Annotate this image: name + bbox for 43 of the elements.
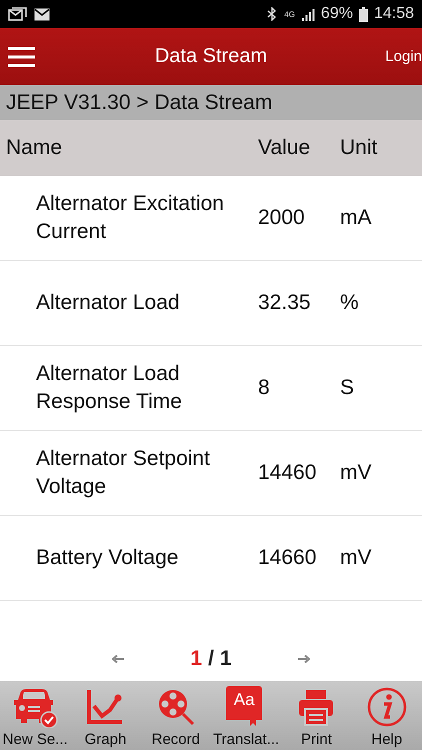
table-cell-text: Alternator Setpoint Voltage [35,446,211,500]
table-cell-text: mV [340,461,372,485]
total-pages: 1 [220,647,232,671]
table-cell-text: Alternator Load [35,290,181,316]
current-page: 1 [190,647,202,671]
table-cell-text: mA [340,206,372,230]
table-cell-text: Battery Voltage [35,545,180,571]
toolbar-button[interactable]: Print [281,686,352,750]
login-link[interactable]: Login [385,48,422,65]
breadcrumb: JEEP V31.30 > Data Stream [0,85,422,120]
table-cell-text: Alternator Excitation Current [35,191,225,245]
table-cell-text: 32.35 [258,291,312,315]
toolbar-button[interactable]: Graph [70,686,140,750]
clock: 14:58 [374,5,414,23]
mail-icon [34,8,50,20]
battery-icon [358,6,368,22]
page-title: Data Stream [154,45,268,68]
signal-icon [300,8,315,20]
column-header: Name [5,136,64,160]
toolbar-button[interactable]: Aa Translat... [211,686,282,750]
network-type: 4G [284,10,295,18]
table-cell-text: 14660 [258,546,318,570]
column-header: Unit [340,136,378,160]
table-cell-text: S [340,376,356,400]
info-icon [366,686,407,728]
table-cell-text: 14460 [258,461,318,485]
toolbar-button[interactable]: Record [140,686,211,750]
bluetooth-icon [266,7,278,21]
column-header: Value [258,136,312,160]
notification-icon [8,7,28,21]
page-separator: / [208,647,214,671]
table-cell-text: % [340,291,360,315]
menu-icon[interactable] [8,46,35,66]
toolbar-button[interactable]: Help [352,686,422,750]
table-cell-text: 2000 [258,206,306,230]
next-page-icon[interactable] [298,655,310,663]
toolbar-button[interactable]: New Se... [0,686,70,750]
table-cell-text: 8 [258,376,271,400]
table-cell-text: mV [340,546,372,570]
previous-page-icon[interactable] [112,655,124,663]
table-cell-text: Alternator Load Response Time [35,361,183,415]
battery-percent: 69% [320,5,353,23]
car-icon [12,686,58,728]
